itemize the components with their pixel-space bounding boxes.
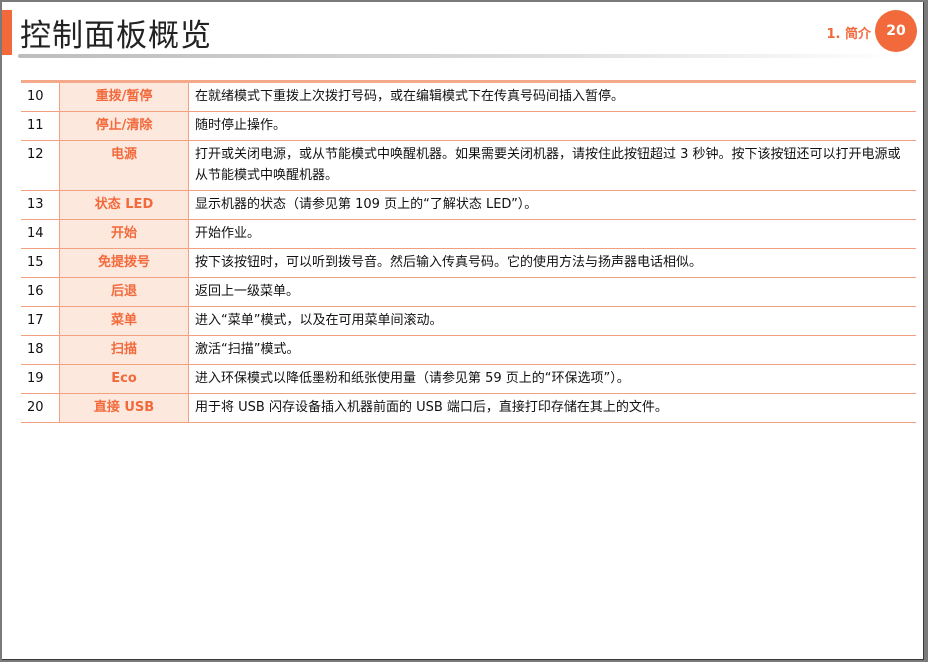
button-description: 按下该按钮时，可以听到拨号音。然后输入传真号码。它的使用方法与扬声器电话相似。 <box>188 248 916 278</box>
chapter-label[interactable]: 1. 简介 <box>826 23 871 42</box>
table-row: 17 菜单 进入“菜单”模式，以及在可用菜单间滚动。 <box>21 306 916 336</box>
table-row: 10 重拨/暂停 在就绪模式下重拨上次拨打号码，或在编辑模式下在传真号码间插入暂停。 <box>21 83 916 112</box>
button-name: 免提拨号 <box>59 248 189 278</box>
row-number: 13 <box>21 190 60 220</box>
button-name: 停止/清除 <box>59 111 189 141</box>
table-row: 13 状态 LED 显示机器的状态（请参见第 109 页上的“了解状态 LED”）。 <box>21 190 916 220</box>
table-row: 18 扫描 激活“扫描”模式。 <box>21 335 916 365</box>
button-name: 重拨/暂停 <box>59 83 189 112</box>
button-description: 用于将 USB 闪存设备插入机器前面的 USB 端口后，直接打印存储在其上的文件… <box>188 393 916 423</box>
button-description: 进入“菜单”模式，以及在可用菜单间滚动。 <box>188 306 916 336</box>
button-name: 直接 USB <box>59 393 189 423</box>
button-description: 激活“扫描”模式。 <box>188 335 916 365</box>
table-row: 11 停止/清除 随时停止操作。 <box>21 111 916 141</box>
button-name: 扫描 <box>59 335 189 365</box>
table-row: 16 后退 返回上一级菜单。 <box>21 277 916 307</box>
button-description: 随时停止操作。 <box>188 111 916 141</box>
button-name: 菜单 <box>59 306 189 336</box>
row-number: 20 <box>21 393 60 423</box>
row-number: 12 <box>21 140 60 191</box>
row-number: 10 <box>21 83 60 112</box>
row-number: 14 <box>21 219 60 249</box>
control-panel-table: 10 重拨/暂停 在就绪模式下重拨上次拨打号码，或在编辑模式下在传真号码间插入暂停。… <box>21 80 916 423</box>
table-row: 12 电源 打开或关闭电源，或从节能模式中唤醒机器。如果需要关闭机器，请按住此按钮超… <box>21 140 916 191</box>
button-name: 电源 <box>59 140 189 191</box>
row-number: 16 <box>21 277 60 307</box>
table-row: 19 Eco 进入环保模式以降低墨粉和纸张使用量（请参见第 59 页上的“环保选项”… <box>21 364 916 394</box>
row-number: 11 <box>21 111 60 141</box>
table-body: 10 重拨/暂停 在就绪模式下重拨上次拨打号码，或在编辑模式下在传真号码间插入暂停。… <box>21 83 916 423</box>
button-description: 返回上一级菜单。 <box>188 277 916 307</box>
table-row: 20 直接 USB 用于将 USB 闪存设备插入机器前面的 USB 端口后，直接打印… <box>21 393 916 423</box>
row-number: 17 <box>21 306 60 336</box>
page-title: 控制面板概览 <box>20 18 212 54</box>
table-row: 15 免提拨号 按下该按钮时，可以听到拨号音。然后输入传真号码。它的使用方法与扬声器… <box>21 248 916 278</box>
row-number: 18 <box>21 335 60 365</box>
row-number: 19 <box>21 364 60 394</box>
button-name: 后退 <box>59 277 189 307</box>
page-number-badge: 20 <box>875 10 917 52</box>
title-accent-bar <box>2 10 12 55</box>
title-underline <box>18 54 898 58</box>
button-name: 开始 <box>59 219 189 249</box>
button-name: 状态 LED <box>59 190 189 220</box>
table-row: 14 开始 开始作业。 <box>21 219 916 249</box>
row-number: 15 <box>21 248 60 278</box>
document-page: 控制面板概览 1. 简介 20 10 重拨/暂停 在就绪模式下重拨上次拨打号码，或在… <box>2 2 924 660</box>
button-description: 开始作业。 <box>188 219 916 249</box>
button-description: 进入环保模式以降低墨粉和纸张使用量（请参见第 59 页上的“环保选项”）。 <box>188 364 916 394</box>
button-description: 打开或关闭电源，或从节能模式中唤醒机器。如果需要关闭机器，请按住此按钮超过 3 … <box>188 140 916 191</box>
button-name: Eco <box>59 364 189 394</box>
button-description: 显示机器的状态（请参见第 109 页上的“了解状态 LED”）。 <box>188 190 916 220</box>
button-description: 在就绪模式下重拨上次拨打号码，或在编辑模式下在传真号码间插入暂停。 <box>188 83 916 112</box>
